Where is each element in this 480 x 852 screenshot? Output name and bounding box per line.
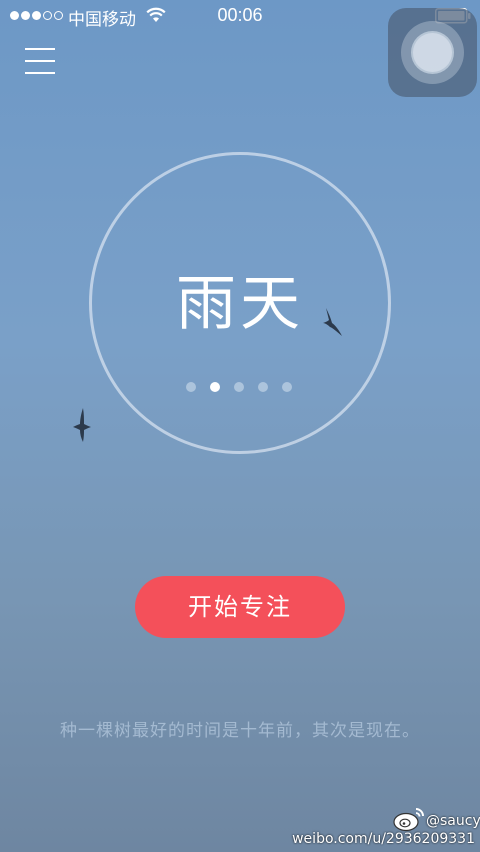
page-dot[interactable]	[282, 382, 292, 392]
assistive-touch-button[interactable]	[388, 8, 477, 97]
bird-icon	[72, 407, 92, 447]
page-dot[interactable]	[234, 382, 244, 392]
motivational-quote: 种一棵树最好的时间是十年前，其次是现在。	[60, 721, 420, 741]
page-dot[interactable]	[210, 382, 220, 392]
bird-icon	[320, 306, 344, 342]
watermark-url: weibo.com/u/2936209331	[292, 831, 475, 847]
page-dot[interactable]	[186, 382, 196, 392]
start-focus-button[interactable]: 开始专注	[135, 576, 345, 638]
page-dot[interactable]	[258, 382, 268, 392]
watermark-handle: @saucy	[426, 813, 480, 829]
sound-name: 雨天	[176, 269, 304, 339]
menu-button[interactable]	[25, 47, 55, 75]
page-indicator[interactable]	[186, 382, 292, 392]
